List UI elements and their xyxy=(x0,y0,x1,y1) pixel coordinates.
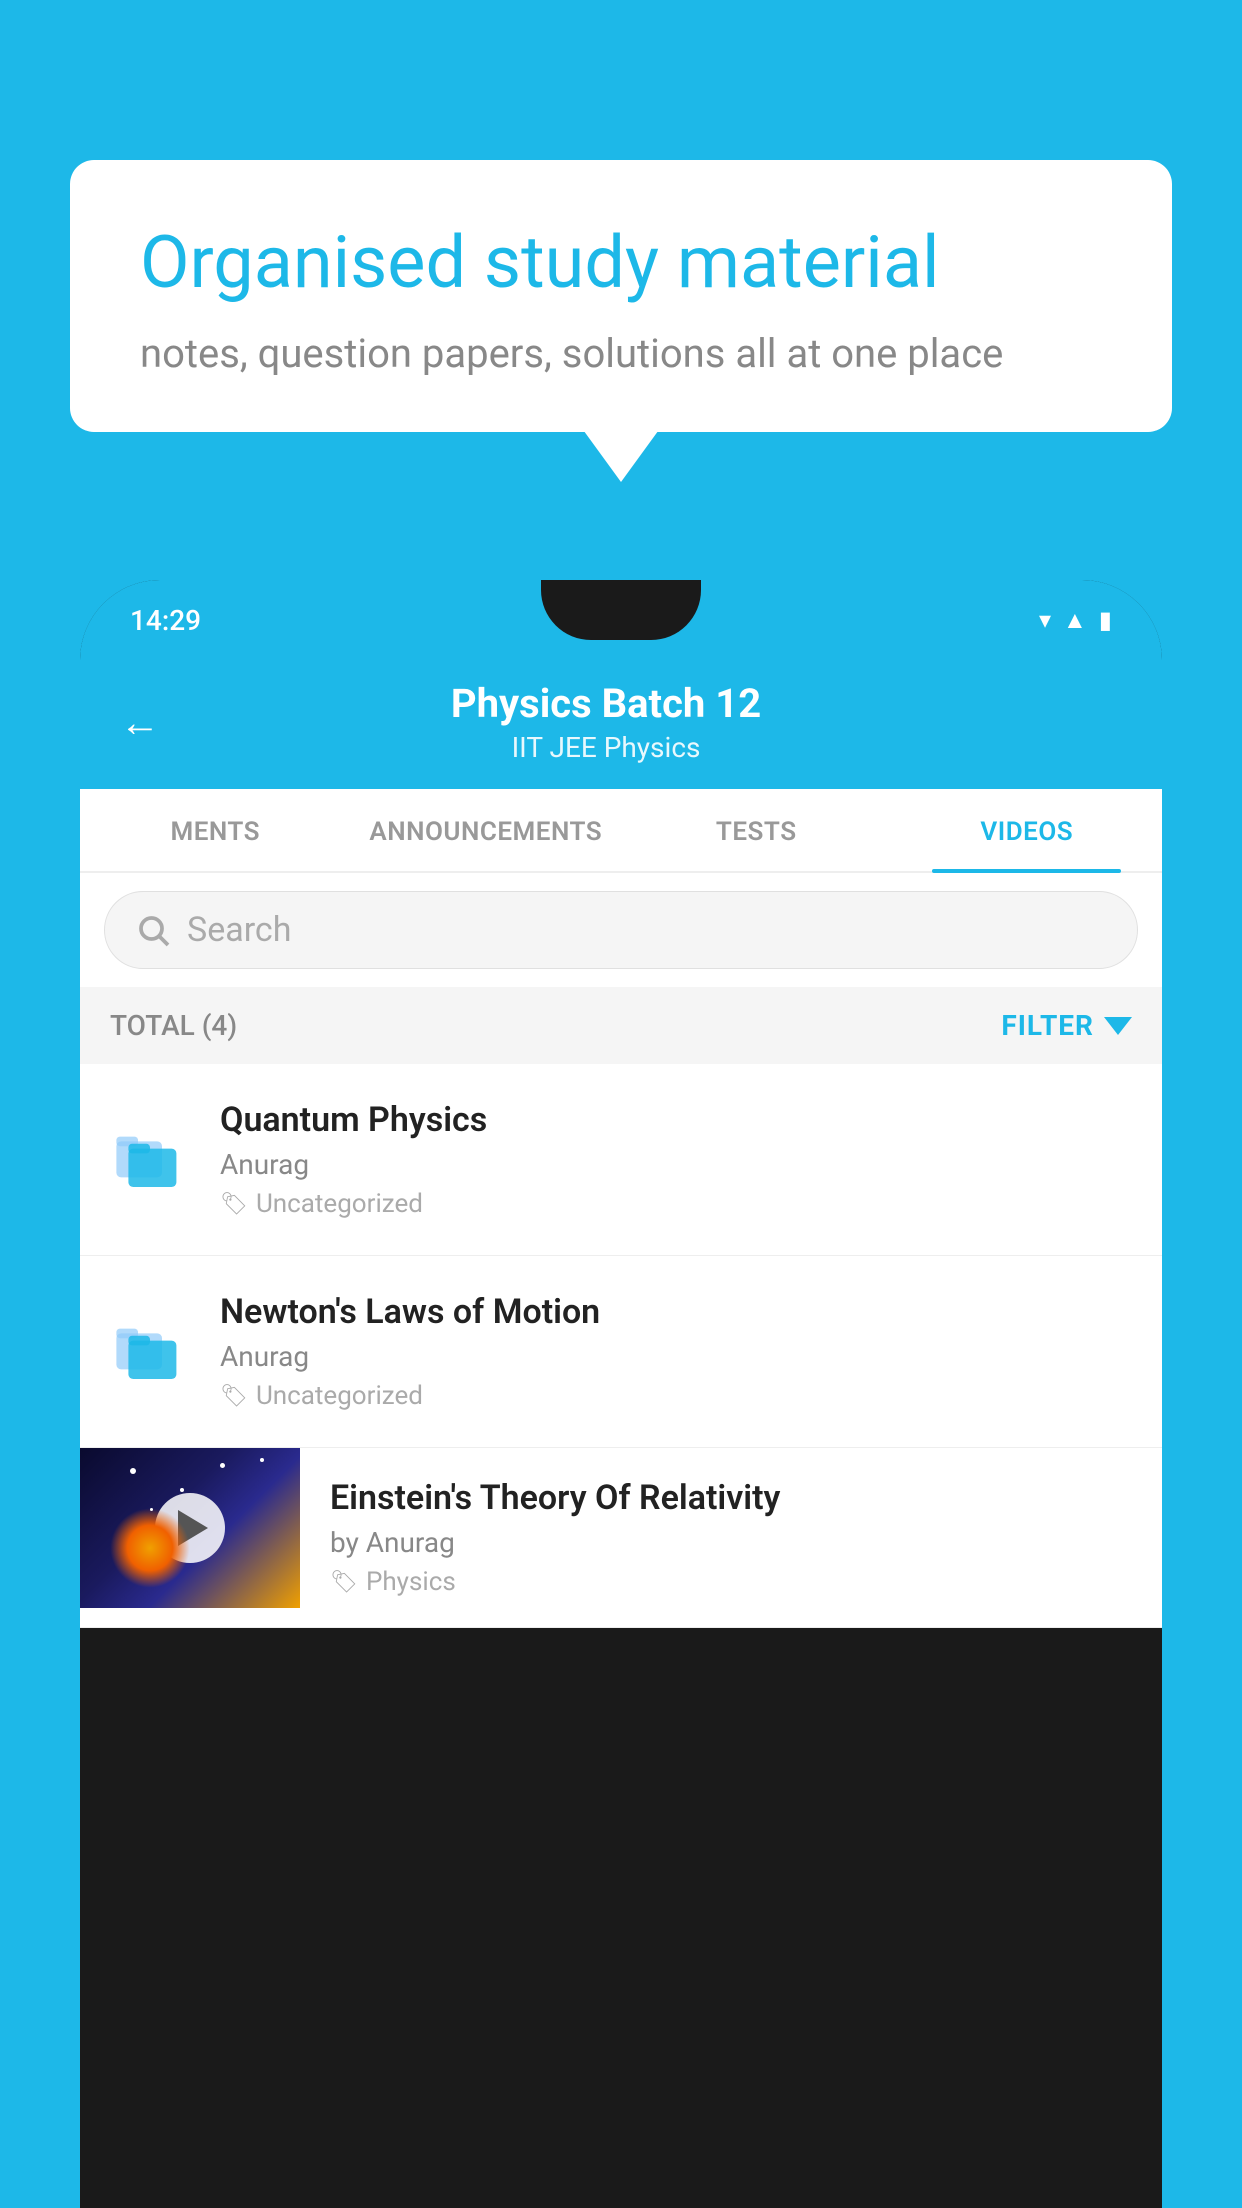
back-button[interactable]: ← xyxy=(120,699,160,746)
phone-frame: 14:29 ▾ ▲ ▮ ← Physics Batch 12 IIT JEE P… xyxy=(80,580,1162,2208)
folder-icon-container xyxy=(110,1124,190,1196)
video-info: Einstein's Theory Of Relativity by Anura… xyxy=(300,1448,1162,1627)
filter-triangle-icon xyxy=(1104,1017,1132,1035)
search-bar[interactable]: Search xyxy=(104,891,1138,969)
video-author: by Anurag xyxy=(330,1526,1132,1559)
wifi-icon: ▾ xyxy=(1039,606,1051,634)
filter-label: FILTER xyxy=(1001,1009,1094,1042)
video-info: Quantum Physics Anurag 🏷 Uncategorized xyxy=(220,1100,1132,1219)
tabs-bar: MENTS ANNOUNCEMENTS TESTS VIDEOS xyxy=(80,789,1162,873)
video-thumbnail xyxy=(80,1448,300,1608)
total-label: TOTAL (4) xyxy=(110,1009,237,1042)
folder-icon xyxy=(114,1124,186,1196)
signal-icon: ▲ xyxy=(1063,606,1087,635)
video-tag: 🏷 Uncategorized xyxy=(220,1189,1132,1219)
folder-icon-container xyxy=(110,1316,190,1388)
app-bar-subtitle: IIT JEE Physics xyxy=(190,731,1022,764)
search-icon xyxy=(135,912,171,948)
status-bar: 14:29 ▾ ▲ ▮ xyxy=(80,580,1162,660)
video-title: Newton's Laws of Motion xyxy=(220,1292,1132,1332)
list-item[interactable]: Newton's Laws of Motion Anurag 🏷 Uncateg… xyxy=(80,1256,1162,1448)
list-item[interactable]: Einstein's Theory Of Relativity by Anura… xyxy=(80,1448,1162,1628)
tab-announcements[interactable]: ANNOUNCEMENTS xyxy=(351,789,622,871)
status-time: 14:29 xyxy=(130,604,201,637)
tag-label: Uncategorized xyxy=(256,1381,423,1411)
video-title: Einstein's Theory Of Relativity xyxy=(330,1478,1132,1518)
video-tag: 🏷 Physics xyxy=(330,1567,1132,1597)
filter-button[interactable]: FILTER xyxy=(1001,1009,1132,1042)
bubble-title: Organised study material xyxy=(140,220,1102,306)
status-icons: ▾ ▲ ▮ xyxy=(1039,606,1112,635)
video-author: Anurag xyxy=(220,1148,1132,1181)
folder-icon xyxy=(114,1316,186,1388)
filter-row: TOTAL (4) FILTER xyxy=(80,987,1162,1064)
app-bar-center: Physics Batch 12 IIT JEE Physics xyxy=(190,680,1022,764)
app-bar: ← Physics Batch 12 IIT JEE Physics xyxy=(80,660,1162,789)
search-placeholder: Search xyxy=(187,910,291,950)
video-title: Quantum Physics xyxy=(220,1100,1132,1140)
tab-ments[interactable]: MENTS xyxy=(80,789,351,871)
tag-icon: 🏷 xyxy=(330,1570,358,1595)
app-bar-title: Physics Batch 12 xyxy=(190,680,1022,727)
list-item[interactable]: Quantum Physics Anurag 🏷 Uncategorized xyxy=(80,1064,1162,1256)
tag-icon: 🏷 xyxy=(220,1192,248,1217)
bubble-subtitle: notes, question papers, solutions all at… xyxy=(140,330,1102,377)
tag-label: Physics xyxy=(366,1567,456,1597)
tag-icon: 🏷 xyxy=(220,1384,248,1409)
tab-tests[interactable]: TESTS xyxy=(621,789,892,871)
tab-videos[interactable]: VIDEOS xyxy=(892,789,1163,871)
speech-bubble: Organised study material notes, question… xyxy=(70,160,1172,432)
video-author: Anurag xyxy=(220,1340,1132,1373)
tag-label: Uncategorized xyxy=(256,1189,423,1219)
search-bar-container: Search xyxy=(80,873,1162,987)
video-info: Newton's Laws of Motion Anurag 🏷 Uncateg… xyxy=(220,1292,1132,1411)
battery-icon: ▮ xyxy=(1099,606,1112,634)
video-list: Quantum Physics Anurag 🏷 Uncategorized xyxy=(80,1064,1162,1628)
video-tag: 🏷 Uncategorized xyxy=(220,1381,1132,1411)
